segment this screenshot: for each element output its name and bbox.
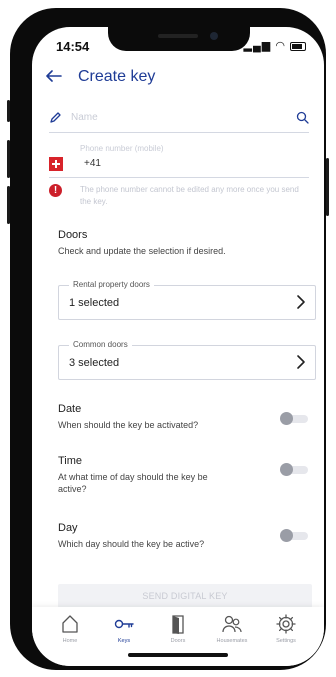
nav-item-settings[interactable]: Settings (260, 613, 312, 644)
nav-item-home[interactable]: Home (44, 613, 96, 644)
header: Create key (46, 67, 155, 87)
send-digital-key-button[interactable]: SEND DIGITAL KEY (58, 584, 312, 608)
bottom-nav: Home Keys Doors Housemates Settings (32, 607, 324, 666)
back-arrow-icon[interactable] (46, 67, 72, 87)
notch-speaker (158, 34, 198, 38)
nav-label-keys: Keys (117, 638, 131, 644)
chevron-right-icon (295, 294, 307, 315)
common-doors-legend: Common doors (69, 340, 132, 349)
notch-camera (210, 32, 218, 40)
phone-volume-down (7, 186, 10, 224)
day-title: Day (58, 522, 78, 534)
signal-icon: ▂▄▆ (243, 40, 272, 52)
error-info-icon: ! (49, 184, 62, 197)
nav-label-home: Home (62, 638, 78, 644)
nav-item-doors[interactable]: Doors (152, 613, 204, 644)
page-title: Create key (78, 68, 156, 85)
nav-label-settings: Settings (276, 638, 296, 644)
time-toggle[interactable] (280, 463, 310, 476)
phone-warning-text: The phone number cannot be edited any mo… (80, 185, 299, 206)
home-icon (44, 613, 96, 635)
rental-doors-value: 1 selected (69, 297, 120, 309)
nav-label-doors: Doors (170, 638, 186, 644)
common-doors-select[interactable]: Common doors 3 selected (58, 340, 316, 380)
common-doors-value: 3 selected (69, 357, 120, 369)
nav-item-housemates[interactable]: Housemates (206, 613, 258, 644)
rental-doors-select[interactable]: Rental property doors 1 selected (58, 280, 316, 320)
wifi-icon: ◠ (275, 40, 286, 52)
time-subtitle: At what time of day should the key be ac… (58, 472, 208, 494)
phone-power-button (326, 158, 329, 216)
people-icon (206, 613, 258, 635)
chevron-right-icon (295, 354, 307, 375)
phone-notch (108, 27, 250, 51)
date-subtitle: When should the key be activated? (58, 420, 199, 430)
status-time: 14:54 (56, 39, 90, 54)
toggle-knob (280, 463, 293, 476)
rental-doors-legend: Rental property doors (69, 280, 154, 289)
toggle-knob (280, 529, 293, 542)
day-toggle[interactable] (280, 529, 310, 542)
name-field[interactable]: Name (49, 108, 309, 133)
gear-icon (260, 613, 312, 635)
battery-icon (290, 41, 306, 51)
door-icon (152, 613, 204, 635)
day-subtitle: Which day should the key be active? (58, 539, 205, 549)
doors-subtitle: Check and update the selection if desire… (58, 246, 226, 256)
date-title: Date (58, 403, 82, 415)
phone-number-label: Phone number (mobile) (80, 144, 164, 153)
date-toggle[interactable] (280, 412, 310, 425)
nav-item-keys[interactable]: Keys (98, 613, 150, 644)
home-indicator (128, 653, 228, 657)
swiss-flag-icon[interactable] (49, 157, 63, 171)
key-icon (98, 613, 150, 635)
time-title: Time (58, 455, 83, 467)
toggle-knob (280, 412, 293, 425)
phone-side-button (7, 100, 10, 122)
phone-volume-up (7, 140, 10, 178)
doors-title: Doors (58, 229, 88, 241)
phone-number-field[interactable]: +41 (49, 155, 309, 178)
status-icons: ▂▄▆ ◠ (244, 39, 306, 52)
phone-frame: 14:54 ▂▄▆ ◠ Create key Name Phone number… (7, 8, 329, 670)
search-icon[interactable] (296, 111, 309, 129)
phone-prefix: +41 (84, 158, 101, 169)
nav-label-housemates: Housemates (216, 638, 248, 644)
pencil-icon (49, 111, 62, 129)
name-input-placeholder[interactable]: Name (71, 112, 98, 123)
app-screen: 14:54 ▂▄▆ ◠ Create key Name Phone number… (32, 27, 324, 666)
